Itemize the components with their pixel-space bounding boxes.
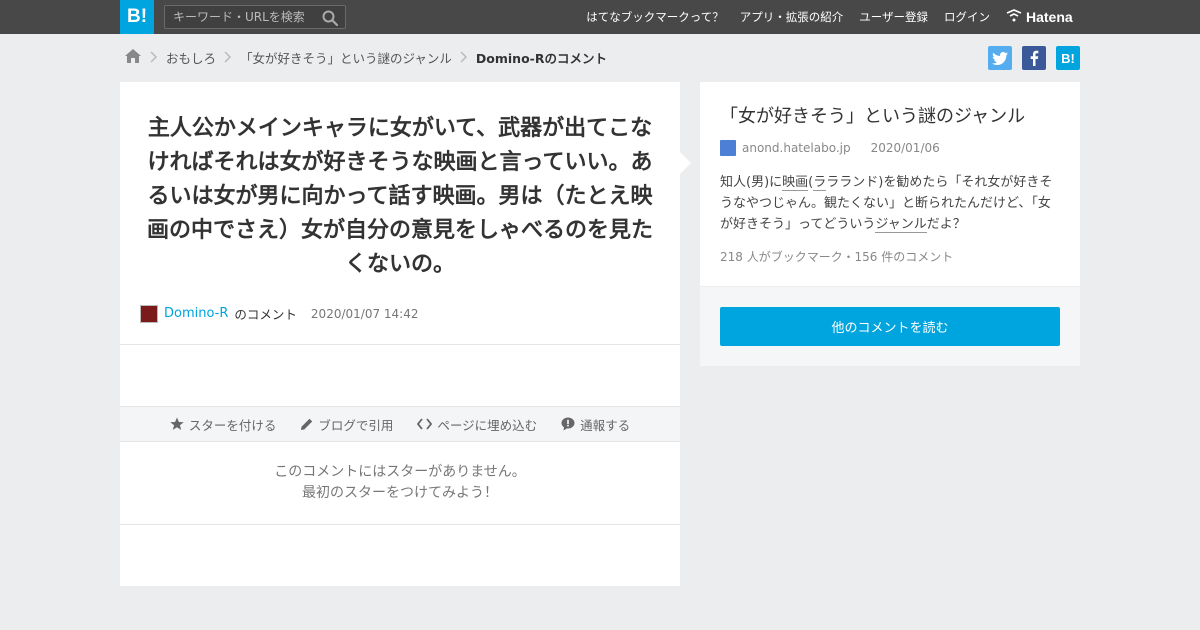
keyword-link[interactable]: ラ xyxy=(813,175,827,191)
embed-label: ページに埋め込む xyxy=(437,417,538,433)
chevron-right-icon xyxy=(224,51,232,63)
add-star-button[interactable]: スターを付ける xyxy=(170,415,277,434)
entry-summary: 知人(男)に映画(ララランド)を勧めたら「それ女が好きそうなやつじゃん。観たくな… xyxy=(720,172,1062,235)
entry-stats[interactable]: 218 人がブックマーク・156 件のコメント xyxy=(720,248,953,265)
report-icon xyxy=(561,417,575,431)
twitter-share-button[interactable] xyxy=(988,46,1012,70)
entry-title[interactable]: 「女が好きそう」という謎のジャンル xyxy=(720,102,1025,128)
breadcrumb-category[interactable]: おもしろ xyxy=(166,48,216,67)
hatena-brand[interactable]: Hatena xyxy=(1006,7,1073,27)
comment-text: 主人公かメインキャラに女がいて、武器が出てこなければそれは女が好きそうな映画と言… xyxy=(146,116,653,277)
keyword-link[interactable]: ジャンル xyxy=(875,217,927,233)
pencil-icon xyxy=(301,418,313,430)
code-icon xyxy=(417,418,433,430)
keyword-link[interactable]: 映画 xyxy=(782,175,809,191)
no-star-line1: このコメントにはスターがありません。 xyxy=(274,464,526,480)
share-buttons: B! xyxy=(988,46,1080,70)
no-star-message: このコメントにはスターがありません。 最初のスターをつけてみよう！ xyxy=(120,462,680,504)
entry-source: anond.hatelabo.jp 2020/01/06 xyxy=(720,140,940,156)
search-input[interactable] xyxy=(165,6,315,28)
header-nav: はてなブックマークって？ アプリ・拡張の紹介 ユーザー登録 ログイン xyxy=(586,0,990,34)
top-bar: B! はてなブックマークって？ アプリ・拡張の紹介 ユーザー登録 ログイン Ha… xyxy=(0,0,1200,34)
star-icon xyxy=(170,417,184,430)
summary-text: 知人(男)に xyxy=(720,175,783,190)
comment-actions: スターを付ける ブログで引用 ページに埋め込む 通報する xyxy=(120,406,680,442)
nav-register[interactable]: ユーザー登録 xyxy=(859,9,928,25)
comment-meta: Domino-R のコメント 2020/01/07 14:42 xyxy=(140,304,418,323)
read-comments-area: 他のコメントを読む xyxy=(700,287,1080,366)
embed-button[interactable]: ページに埋め込む xyxy=(417,415,537,434)
entry-domain[interactable]: anond.hatelabo.jp xyxy=(742,141,851,155)
comment-user-suffix: のコメント xyxy=(234,307,297,322)
summary-text: だよ？ xyxy=(926,217,966,232)
report-button[interactable]: 通報する xyxy=(561,415,630,434)
hatena-bookmark-logo[interactable]: B! xyxy=(120,0,154,34)
nav-login[interactable]: ログイン xyxy=(944,9,990,25)
search-box[interactable] xyxy=(164,5,346,29)
divider xyxy=(120,524,680,525)
hatena-bookmark-share-button[interactable]: B! xyxy=(1056,46,1080,70)
card-pointer xyxy=(680,152,691,174)
hatena-mark-icon xyxy=(1006,8,1022,26)
brand-name: Hatena xyxy=(1026,9,1073,25)
site-favicon-icon xyxy=(720,140,736,156)
breadcrumb-entry[interactable]: 「女が好きそう」という謎のジャンル xyxy=(240,48,452,67)
entry-date: 2020/01/06 xyxy=(870,141,940,155)
breadcrumb-current: Domino-Rのコメント xyxy=(475,50,607,66)
comment-user-link[interactable]: Domino-R xyxy=(164,306,228,321)
read-other-comments-button[interactable]: 他のコメントを読む xyxy=(720,307,1060,346)
chevron-right-icon xyxy=(460,51,468,63)
facebook-icon xyxy=(1030,50,1039,66)
report-label: 通報する xyxy=(580,417,631,433)
nav-apps[interactable]: アプリ・拡張の紹介 xyxy=(740,9,844,25)
blog-quote-label: ブログで引用 xyxy=(318,417,394,433)
home-icon[interactable] xyxy=(124,48,142,67)
add-star-label: スターを付ける xyxy=(188,417,277,433)
comment-card: 主人公かメインキャラに女がいて、武器が出てこなければそれは女が好きそうな映画と言… xyxy=(120,82,680,586)
twitter-icon xyxy=(992,51,1008,65)
entry-card: 「女が好きそう」という謎のジャンル anond.hatelabo.jp 2020… xyxy=(700,82,1080,286)
comment-date: 2020/01/07 14:42 xyxy=(310,306,419,321)
nav-about[interactable]: はてなブックマークって？ xyxy=(586,9,723,25)
divider xyxy=(120,344,680,345)
search-icon[interactable] xyxy=(321,9,339,27)
chevron-right-icon xyxy=(150,51,158,63)
facebook-share-button[interactable] xyxy=(1022,46,1046,70)
avatar[interactable] xyxy=(140,304,158,323)
no-star-line2: 最初のスターをつけてみよう！ xyxy=(302,485,498,501)
breadcrumb: おもしろ 「女が好きそう」という謎のジャンル Domino-Rのコメント xyxy=(124,46,607,68)
blog-quote-button[interactable]: ブログで引用 xyxy=(300,415,393,434)
